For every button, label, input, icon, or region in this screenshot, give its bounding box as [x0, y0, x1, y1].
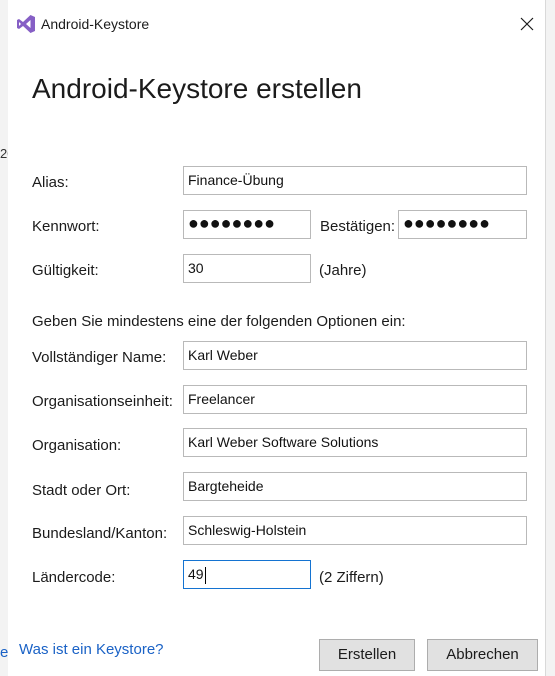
country-code-value: 49 [188, 566, 204, 582]
alias-label: Alias: [32, 174, 69, 191]
country-code-input[interactable]: 49 [183, 560, 311, 589]
validity-unit-label: (Jahre) [319, 262, 367, 279]
fullname-label: Vollständiger Name: [32, 349, 167, 366]
validity-label: Gültigkeit: [32, 262, 99, 279]
title-bar: Android-Keystore [8, 0, 545, 48]
confirm-password-input[interactable]: ●●●●●●●● [398, 210, 527, 239]
organisation-input[interactable]: Karl Weber Software Solutions [183, 428, 527, 457]
text-caret [204, 566, 206, 584]
state-label: Bundesland/Kanton: [32, 525, 168, 542]
country-code-hint: (2 Ziffern) [319, 569, 384, 586]
orgunit-input[interactable]: Freelancer [183, 385, 527, 414]
validity-input[interactable]: 30 [183, 254, 311, 283]
background-window-right [545, 0, 555, 676]
fullname-input[interactable]: Karl Weber [183, 341, 527, 370]
keystore-dialog: Android-Keystore Android-Keystore erstel… [8, 0, 545, 676]
cancel-button[interactable]: Abbrechen [427, 639, 538, 671]
dialog-heading: Android-Keystore erstellen [32, 73, 362, 104]
alias-input[interactable]: Finance-Übung [183, 166, 527, 195]
close-icon [520, 17, 534, 31]
window-title: Android-Keystore [41, 16, 150, 32]
close-button[interactable] [513, 10, 541, 38]
organisation-label: Organisation: [32, 437, 122, 454]
confirm-label: Bestätigen: [320, 218, 396, 235]
orgunit-label: Organisationseinheit: [32, 393, 173, 410]
create-button[interactable]: Erstellen [319, 639, 415, 671]
instruction-text: Geben Sie mindestens eine der folgenden … [32, 313, 406, 330]
visual-studio-icon [16, 14, 36, 34]
password-input[interactable]: ●●●●●●●● [183, 210, 311, 239]
city-label: Stadt oder Ort: [32, 482, 131, 499]
state-input[interactable]: Schleswig-Holstein [183, 516, 527, 545]
city-input[interactable]: Bargteheide [183, 472, 527, 501]
country-code-label: Ländercode: [32, 569, 116, 586]
keystore-help-link[interactable]: Was ist ein Keystore? [19, 641, 164, 658]
password-label: Kennwort: [32, 218, 100, 235]
